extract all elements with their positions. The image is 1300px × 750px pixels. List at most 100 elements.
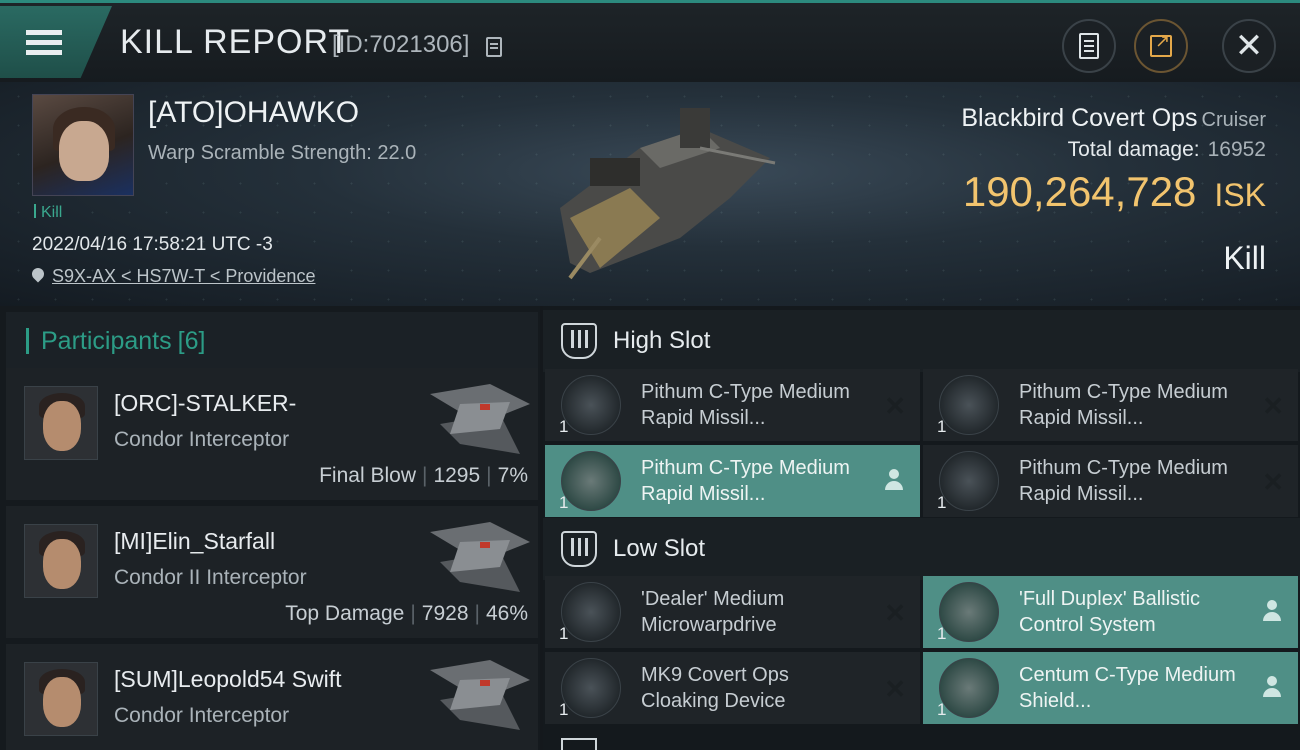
victim-ship-image <box>560 108 776 280</box>
mid-slot-icon <box>561 738 597 750</box>
isk-unit: ISK <box>1214 177 1266 213</box>
fitting-panel: High Slot 1 Pithum C-Type Medium Rapid M… <box>543 306 1300 750</box>
participant-role: Final Blow <box>319 464 416 487</box>
participant-name: [SUM]Leopold54 Swift <box>114 666 342 692</box>
missile-launcher-icon <box>939 375 999 435</box>
x-icon: ✕ <box>1262 467 1284 497</box>
participant-name: [ORC]-STALKER- <box>114 390 297 416</box>
module-item[interactable]: 1 Pithum C-Type Medium Rapid Missil... <box>545 445 920 517</box>
hamburger-icon <box>26 25 62 60</box>
total-damage: Total damage: 16952 <box>1068 138 1266 162</box>
victim-ship[interactable]: Blackbird Covert Ops Cruiser <box>961 104 1266 133</box>
x-icon: ✕ <box>884 598 906 628</box>
participant-ship: Condor II Interceptor <box>114 566 307 589</box>
participant-damage: 7928 <box>421 602 469 625</box>
participant-percent: 46% <box>485 602 528 625</box>
total-damage-label: Total damage: <box>1067 138 1200 161</box>
module-qty: 1 <box>559 493 569 512</box>
missile-launcher-icon <box>561 451 621 511</box>
participant-avatar[interactable] <box>24 386 98 460</box>
warp-scramble-strength: Warp Scramble Strength: 22.0 <box>148 142 417 164</box>
participant-name: [MI]Elin_Starfall <box>114 528 276 554</box>
kill-tag: Kill <box>34 204 62 222</box>
person-icon <box>1262 676 1282 698</box>
module-qty: 1 <box>559 624 569 643</box>
module-qty: 1 <box>937 700 947 719</box>
page-title: KILL REPORT <box>120 23 351 61</box>
share-button[interactable] <box>1134 19 1188 73</box>
module-name: Pithum C-Type Medium Rapid Missil... <box>641 457 850 505</box>
close-icon: ✕ <box>1234 27 1264 65</box>
module-name: Pithum C-Type Medium Rapid Missil... <box>1019 381 1228 429</box>
victim-summary: [ATO]OHAWKO Warp Scramble Strength: 22.0… <box>0 82 1300 306</box>
person-icon <box>884 469 904 491</box>
report-id: [ID:7021306] <box>332 31 470 58</box>
participant-ship-image <box>430 522 530 592</box>
notes-button[interactable] <box>1062 19 1116 73</box>
isk-amount: 190,264,728 <box>962 168 1197 215</box>
copy-id-icon[interactable] <box>486 37 502 57</box>
module-item[interactable]: 1 MK9 Covert Ops Cloaking Device ✕ <box>545 652 920 724</box>
participant-role: Top Damage <box>285 602 405 625</box>
high-slot-header: High Slot <box>543 310 1300 372</box>
low-slot-icon <box>561 531 597 567</box>
participant-ship: Condor Interceptor <box>114 704 290 727</box>
microwarpdrive-icon <box>561 582 621 642</box>
module-qty: 1 <box>559 700 569 719</box>
participant-stats: Top Damage | 7928 | 46% <box>285 602 528 625</box>
location-link[interactable]: S9X-AX < HS7W-T < Providence <box>52 266 315 286</box>
participant-stats: Final Blow | 1295 | 7% <box>319 464 528 487</box>
module-name: Pithum C-Type Medium Rapid Missil... <box>1019 457 1228 505</box>
location-pin-icon <box>32 268 44 284</box>
participant-ship-image <box>430 660 530 730</box>
module-name: 'Full Duplex' Ballistic Control System <box>1019 588 1201 636</box>
module-name: MK9 Covert Ops Cloaking Device <box>641 664 789 712</box>
participant-damage: 1295 <box>433 464 481 487</box>
participant-ship-image <box>430 384 530 454</box>
module-name: 'Dealer' Medium Microwarpdrive <box>641 588 785 636</box>
module-qty: 1 <box>937 624 947 643</box>
ship-class: Cruiser <box>1201 109 1266 131</box>
kill-location[interactable]: S9X-AX < HS7W-T < Providence <box>32 266 315 287</box>
menu-button[interactable] <box>0 6 112 78</box>
victim-name[interactable]: [ATO]OHAWKO <box>148 96 359 130</box>
clipboard-icon <box>1079 33 1099 59</box>
module-qty: 1 <box>937 417 947 436</box>
module-qty: 1 <box>559 417 569 436</box>
missile-launcher-icon <box>561 375 621 435</box>
participant-ship: Condor Interceptor <box>114 428 290 451</box>
person-icon <box>1262 600 1282 622</box>
x-icon: ✕ <box>1262 391 1284 421</box>
top-bar: KILL REPORT [ID:7021306] ✕ <box>0 0 1300 82</box>
missile-launcher-icon <box>939 451 999 511</box>
total-damage-value: 16952 <box>1207 138 1266 161</box>
participant-card[interactable]: [SUM]Leopold54 Swift Condor Interceptor <box>6 644 538 750</box>
module-item[interactable]: 1 'Full Duplex' Ballistic Control System <box>923 576 1298 648</box>
module-item[interactable]: 1 Pithum C-Type Medium Rapid Missil... ✕ <box>545 369 920 441</box>
share-icon <box>1150 31 1172 57</box>
participants-panel: Participants [6] [ORC]-STALKER- Condor In… <box>0 306 540 750</box>
participant-avatar[interactable] <box>24 662 98 736</box>
participant-card[interactable]: [MI]Elin_Starfall Condor II Interceptor … <box>6 506 538 638</box>
participant-avatar[interactable] <box>24 524 98 598</box>
module-qty: 1 <box>937 493 947 512</box>
participant-card[interactable]: [ORC]-STALKER- Condor Interceptor Final … <box>6 368 538 500</box>
participant-percent: 7% <box>497 464 528 487</box>
module-item[interactable]: 1 'Dealer' Medium Microwarpdrive ✕ <box>545 576 920 648</box>
participants-header: Participants [6] <box>6 312 538 370</box>
isk-value: 190,264,728 ISK <box>963 168 1266 216</box>
low-slot-label: Low Slot <box>613 535 706 562</box>
high-slot-icon <box>561 323 597 359</box>
participants-count: [6] <box>177 326 206 355</box>
module-item[interactable]: 1 Pithum C-Type Medium Rapid Missil... ✕ <box>923 445 1298 517</box>
x-icon: ✕ <box>884 674 906 704</box>
low-slot-header: Low Slot <box>543 518 1300 580</box>
ship-name: Blackbird Covert Ops <box>961 104 1198 132</box>
cloaking-device-icon <box>561 658 621 718</box>
module-item[interactable]: 1 Centum C-Type Medium Shield... <box>923 652 1298 724</box>
module-item[interactable]: 1 Pithum C-Type Medium Rapid Missil... ✕ <box>923 369 1298 441</box>
high-slot-label: High Slot <box>613 327 711 354</box>
victim-avatar[interactable] <box>32 94 134 196</box>
x-icon: ✕ <box>884 391 906 421</box>
close-button[interactable]: ✕ <box>1222 19 1276 73</box>
